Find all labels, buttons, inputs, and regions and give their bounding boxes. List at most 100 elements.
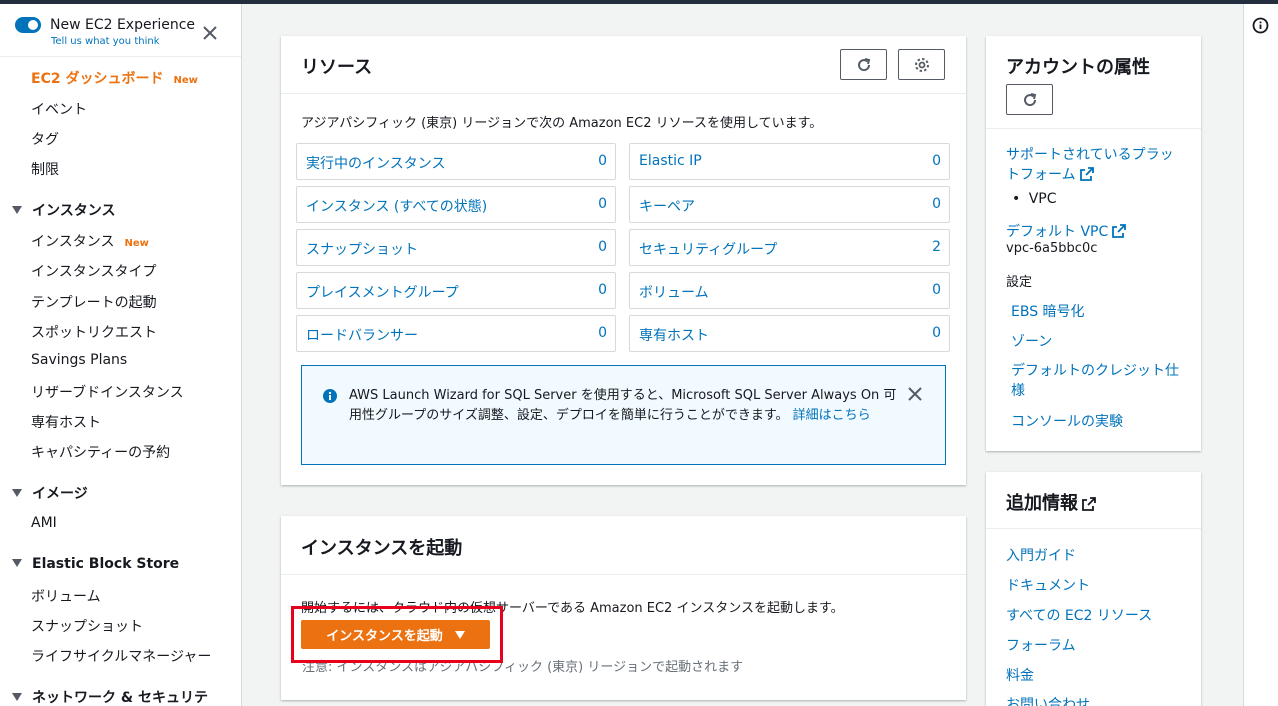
sidebar-item-dashboard[interactable]: EC2 ダッシュボード New (31, 68, 198, 88)
supported-platforms-link[interactable]: サポートされているプラットフォーム (1006, 145, 1186, 185)
refresh-button[interactable] (840, 49, 887, 80)
resource-label[interactable]: キーペア (639, 196, 695, 216)
resource-label[interactable]: ボリューム (639, 282, 709, 302)
resource-card[interactable]: キーペア 0 (629, 186, 950, 223)
sidebar-item-instances[interactable]: インスタンス New (31, 231, 149, 251)
resource-label[interactable]: プレイスメントグループ (306, 282, 459, 302)
sidebar-item-dedicated-hosts[interactable]: 専有ホスト (31, 412, 101, 432)
resource-card[interactable]: 実行中のインスタンス 0 (296, 143, 616, 180)
resource-label[interactable]: ロードバランサー (306, 325, 418, 345)
resource-card[interactable]: ロードバランサー 0 (296, 315, 616, 352)
resource-label[interactable]: インスタンス (すべての状態) (306, 196, 487, 216)
external-link-icon (1112, 224, 1127, 238)
resource-count[interactable]: 0 (598, 282, 607, 298)
sidebar-item-spot-requests[interactable]: スポットリクエスト (31, 322, 157, 342)
default-credit-link[interactable]: デフォルトのクレジット仕様 (1011, 361, 1191, 401)
all-ec2-resources-link[interactable]: すべての EC2 リソース (1006, 605, 1152, 625)
close-icon[interactable] (907, 386, 923, 402)
sidebar-item-savings-plans[interactable]: Savings Plans (31, 352, 127, 368)
resource-card[interactable]: 専有ホスト 0 (629, 315, 950, 352)
resource-card[interactable]: プレイスメントグループ 0 (296, 272, 616, 309)
sidebar-item-snapshots[interactable]: スナップショット (31, 616, 143, 636)
resource-count[interactable]: 0 (598, 325, 607, 341)
sidebar-item-launch-templates[interactable]: テンプレートの起動 (31, 292, 157, 312)
resource-count[interactable]: 0 (598, 196, 607, 212)
close-icon[interactable] (201, 24, 219, 42)
new-experience-toggle[interactable] (15, 17, 41, 33)
caret-down-icon (12, 489, 22, 497)
account-header (986, 36, 1201, 129)
new-badge: New (173, 75, 198, 86)
gear-icon (914, 57, 929, 72)
alert-text: AWS Launch Wizard for SQL Server を使用すると、… (349, 388, 897, 423)
resource-count[interactable]: 0 (598, 153, 607, 169)
sidebar-item-capacity-reservations[interactable]: キャパシティーの予約 (31, 442, 170, 462)
caret-down-icon (12, 559, 22, 567)
refresh-icon (857, 57, 870, 71)
resource-label[interactable]: 実行中のインスタンス (306, 153, 445, 173)
sidebar-item-instance-types[interactable]: インスタンスタイプ (31, 261, 156, 281)
sidebar-item-limits[interactable]: 制限 (31, 159, 59, 179)
new-experience-title: New EC2 Experience (50, 17, 196, 33)
caret-down-icon (12, 693, 22, 701)
feedback-link[interactable]: Tell us what you think (51, 36, 160, 47)
resource-count[interactable]: 2 (932, 239, 941, 255)
pricing-link[interactable]: 料金 (1006, 665, 1034, 685)
external-link-icon (1082, 497, 1096, 511)
resource-count[interactable]: 0 (932, 325, 941, 341)
additional-info-title: 追加情報 (1006, 489, 1096, 515)
caret-down-icon (12, 206, 22, 214)
sidebar-item-lifecycle-manager[interactable]: ライフサイクルマネージャー (31, 646, 211, 666)
sidebar-item-ami[interactable]: AMI (31, 515, 57, 531)
resource-label[interactable]: 専有ホスト (639, 325, 709, 345)
resource-card[interactable]: インスタンス (すべての状態) 0 (296, 186, 616, 223)
resource-card[interactable]: スナップショット 0 (296, 229, 616, 266)
sidebar-section-ebs[interactable]: Elastic Block Store (12, 556, 179, 572)
sidebar-item-tags[interactable]: タグ (31, 129, 59, 149)
resource-count[interactable]: 0 (932, 153, 941, 169)
settings-label: 設定 (1006, 275, 1033, 290)
ebs-encryption-link[interactable]: EBS 暗号化 (1011, 301, 1085, 321)
sidebar-section-instances[interactable]: インスタンス (12, 200, 115, 220)
account-title: アカウントの属性 (1006, 57, 1150, 78)
sidebar-item-events[interactable]: イベント (31, 99, 87, 119)
learn-more-link[interactable]: 詳細はこちら (793, 408, 871, 423)
highlight-box (291, 606, 503, 663)
launch-title: インスタンスを起動 (301, 538, 463, 559)
resource-card[interactable]: Elastic IP 0 (629, 143, 950, 180)
resource-card[interactable]: ボリューム 0 (629, 272, 950, 309)
sidebar-item-volumes[interactable]: ボリューム (31, 586, 101, 606)
resource-count[interactable]: 0 (932, 196, 941, 212)
forum-link[interactable]: フォーラム (1006, 635, 1076, 655)
sidebar-item-reserved-instances[interactable]: リザーブドインスタンス (31, 382, 184, 402)
resource-label[interactable]: スナップショット (306, 239, 418, 259)
settings-button[interactable] (898, 49, 945, 80)
resources-title: リソース (301, 57, 373, 78)
info-alert: AWS Launch Wizard for SQL Server を使用すると、… (301, 365, 946, 465)
new-experience-banner: New EC2 Experience Tell us what you thin… (0, 4, 241, 57)
resource-label[interactable]: Elastic IP (639, 153, 702, 169)
info-icon (323, 389, 337, 403)
sidebar-section-network[interactable]: ネットワーク & セキュリテ (12, 687, 208, 706)
resource-label[interactable]: セキュリティグループ (639, 239, 777, 259)
resources-description: アジアパシフィック (東京) リージョンで次の Amazon EC2 リソースを… (301, 116, 823, 131)
sidebar-section-images[interactable]: イメージ (12, 483, 88, 503)
zones-link[interactable]: ゾーン (1011, 331, 1052, 351)
default-vpc-value: vpc-6a5bbc0c (1006, 241, 1098, 256)
contact-link[interactable]: お問い合わせ (1006, 694, 1090, 706)
documentation-link[interactable]: ドキュメント (1006, 575, 1090, 595)
console-experiments-link[interactable]: コンソールの実験 (1011, 411, 1123, 431)
resource-count[interactable]: 0 (932, 282, 941, 298)
default-vpc-link[interactable]: デフォルト VPC (1006, 221, 1127, 241)
help-panel-rail (1243, 4, 1278, 706)
account-refresh-button[interactable] (1006, 84, 1053, 115)
sidebar: New EC2 Experience Tell us what you thin… (0, 4, 242, 706)
platform-value: • VPC (1012, 191, 1057, 207)
external-link-icon (1079, 167, 1094, 181)
getting-started-link[interactable]: 入門ガイド (1006, 545, 1076, 565)
resource-count[interactable]: 0 (598, 239, 607, 255)
resource-card[interactable]: セキュリティグループ 2 (629, 229, 950, 266)
info-icon[interactable] (1252, 17, 1269, 34)
refresh-icon (1023, 92, 1036, 106)
new-badge: New (124, 238, 149, 249)
